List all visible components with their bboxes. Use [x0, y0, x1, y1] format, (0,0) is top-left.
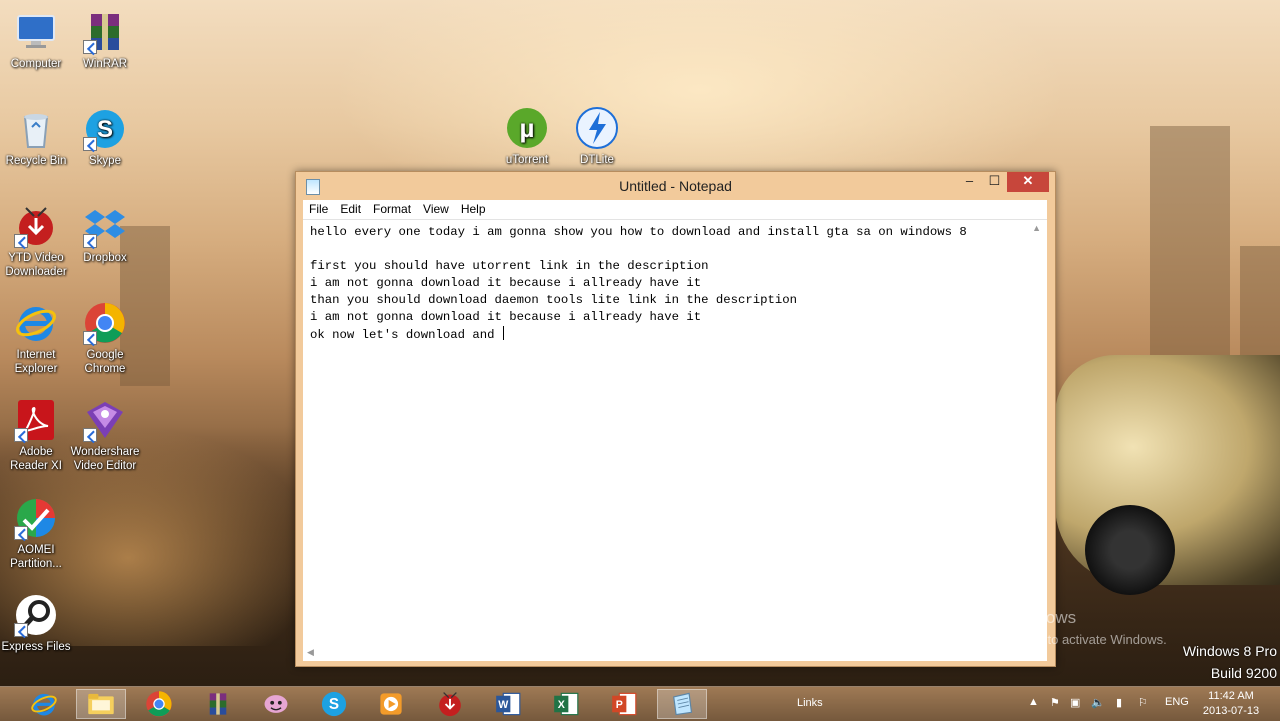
text-caret [502, 326, 504, 340]
desktop-icon-ytd[interactable]: YTD Video Downloader [0, 204, 72, 279]
svg-text:P: P [616, 699, 623, 711]
notepad-icon [673, 692, 693, 716]
ytd-icon [14, 204, 58, 248]
desktop-icon-adobe-reader[interactable]: Adobe Reader XI [0, 398, 72, 473]
winrar-icon [83, 10, 127, 54]
folder-icon [88, 693, 114, 715]
ie-icon [14, 301, 58, 345]
aomei-icon [14, 496, 58, 540]
taskbar-file-explorer[interactable] [76, 689, 126, 719]
desktop-icon-dropbox[interactable]: Dropbox [69, 204, 141, 265]
svg-text:X: X [558, 699, 565, 711]
taskbar-powerpoint[interactable]: P [599, 689, 649, 719]
close-button[interactable]: ✕ [1007, 172, 1049, 192]
tray-volume-icon[interactable]: 🔈 [1091, 696, 1105, 709]
taskbar-excel[interactable]: X [541, 689, 591, 719]
language-indicator[interactable]: ENG [1165, 696, 1189, 708]
ytd-icon [439, 692, 461, 717]
adobe-reader-icon [14, 398, 58, 442]
desktop-icon-dtlite[interactable]: DTLite [561, 106, 633, 167]
notepad-titlebar[interactable]: Untitled - Notepad – ☐ ✕ [296, 172, 1055, 200]
taskbar-winrar[interactable] [193, 689, 243, 719]
scroll-left-arrow-icon[interactable]: ◀ [307, 647, 314, 658]
svg-text:µ: µ [520, 113, 535, 143]
winrar-icon [209, 693, 227, 715]
desktop-icon-chrome[interactable]: Google Chrome [69, 301, 141, 376]
activate-windows-notice: Activate Windows Go to PC settings to ac… [942, 608, 1167, 647]
desktop-icon-internet-explorer[interactable]: Internet Explorer [0, 301, 72, 376]
svg-text:W: W [498, 699, 509, 711]
chrome-icon [83, 301, 127, 345]
desktop-icon-express-files[interactable]: Express Files [0, 593, 72, 654]
window-title: Untitled - Notepad [619, 178, 732, 194]
excel-icon: X [554, 692, 579, 716]
taskbar-notepad[interactable] [657, 689, 707, 719]
menu-edit[interactable]: Edit [334, 200, 367, 216]
skype-icon: S [83, 107, 127, 151]
taskbar-word[interactable]: W [483, 689, 533, 719]
taskbar-skype[interactable]: S [309, 689, 359, 719]
taskbar-ie[interactable] [19, 689, 69, 719]
desktop-icon-computer[interactable]: Computer [0, 10, 72, 71]
tray-app-icon[interactable]: ▣ [1070, 696, 1080, 709]
svg-text:S: S [97, 116, 113, 143]
wallpaper-car [1055, 355, 1280, 595]
windows-edition-watermark: Windows 8 Pro Build 9200 [1182, 643, 1277, 681]
scroll-up-arrow-icon[interactable]: ▲ [1032, 223, 1041, 233]
taskbar-media-player[interactable] [366, 689, 416, 719]
recycle-bin-icon [14, 107, 58, 151]
text-editor[interactable]: hello every one today i am gonna show yo… [303, 219, 1047, 661]
smiley-app-icon [264, 695, 288, 713]
desktop-icon-aomei[interactable]: AOMEI Partition... [0, 496, 72, 571]
menu-format[interactable]: Format [367, 200, 417, 216]
taskbar-chrome[interactable] [134, 689, 184, 719]
desktop-icon-recycle-bin[interactable]: Recycle Bin [0, 107, 72, 168]
notepad-window[interactable]: Untitled - Notepad – ☐ ✕ File Edit Format V… [295, 171, 1056, 667]
chrome-icon [146, 691, 172, 717]
dropbox-icon [83, 204, 127, 248]
minimize-button[interactable]: – [956, 172, 983, 192]
tray-flag-icon[interactable]: ⚑ [1050, 696, 1060, 709]
ie-icon [31, 693, 57, 716]
desktop-icon-winrar[interactable]: WinRAR [69, 10, 141, 71]
utorrent-icon: µ [505, 106, 549, 150]
editor-text[interactable]: hello every one today i am gonna show yo… [310, 224, 967, 344]
wallpaper-building [1150, 126, 1230, 356]
media-player-icon [380, 693, 402, 715]
taskbar: S W X P Links ▲ ⚑ ▣ 🔈 ▮ ⚐ ENG 11:42 AM 2… [0, 686, 1280, 721]
tray-network-icon[interactable]: ▮ [1116, 696, 1122, 709]
taskbar-links-toolbar[interactable]: Links [797, 697, 823, 709]
menu-file[interactable]: File [303, 200, 334, 216]
skype-icon: S [321, 691, 347, 717]
word-icon: W [496, 692, 521, 716]
wondershare-icon [83, 398, 127, 442]
desktop-icon-wondershare[interactable]: Wondershare Video Editor [69, 398, 141, 473]
menu-help[interactable]: Help [455, 200, 492, 216]
powerpoint-icon: P [612, 692, 637, 716]
taskbar-app-5[interactable] [251, 689, 301, 719]
maximize-button[interactable]: ☐ [981, 172, 1008, 192]
menu-bar: File Edit Format View Help [303, 200, 1047, 219]
express-files-icon [14, 593, 58, 637]
desktop-icon-skype[interactable]: S Skype [69, 107, 141, 168]
dtlite-icon [575, 106, 619, 150]
computer-icon [14, 10, 58, 54]
taskbar-clock[interactable]: 11:42 AM 2013-07-13 [1196, 689, 1266, 719]
desktop-icon-utorrent[interactable]: µ uTorrent [491, 106, 563, 167]
menu-view[interactable]: View [417, 200, 455, 216]
tray-overflow-arrow-icon[interactable]: ▲ [1028, 696, 1039, 708]
svg-text:S: S [329, 696, 339, 713]
tray-action-center-icon[interactable]: ⚐ [1138, 696, 1148, 709]
taskbar-ytd[interactable] [425, 689, 475, 719]
